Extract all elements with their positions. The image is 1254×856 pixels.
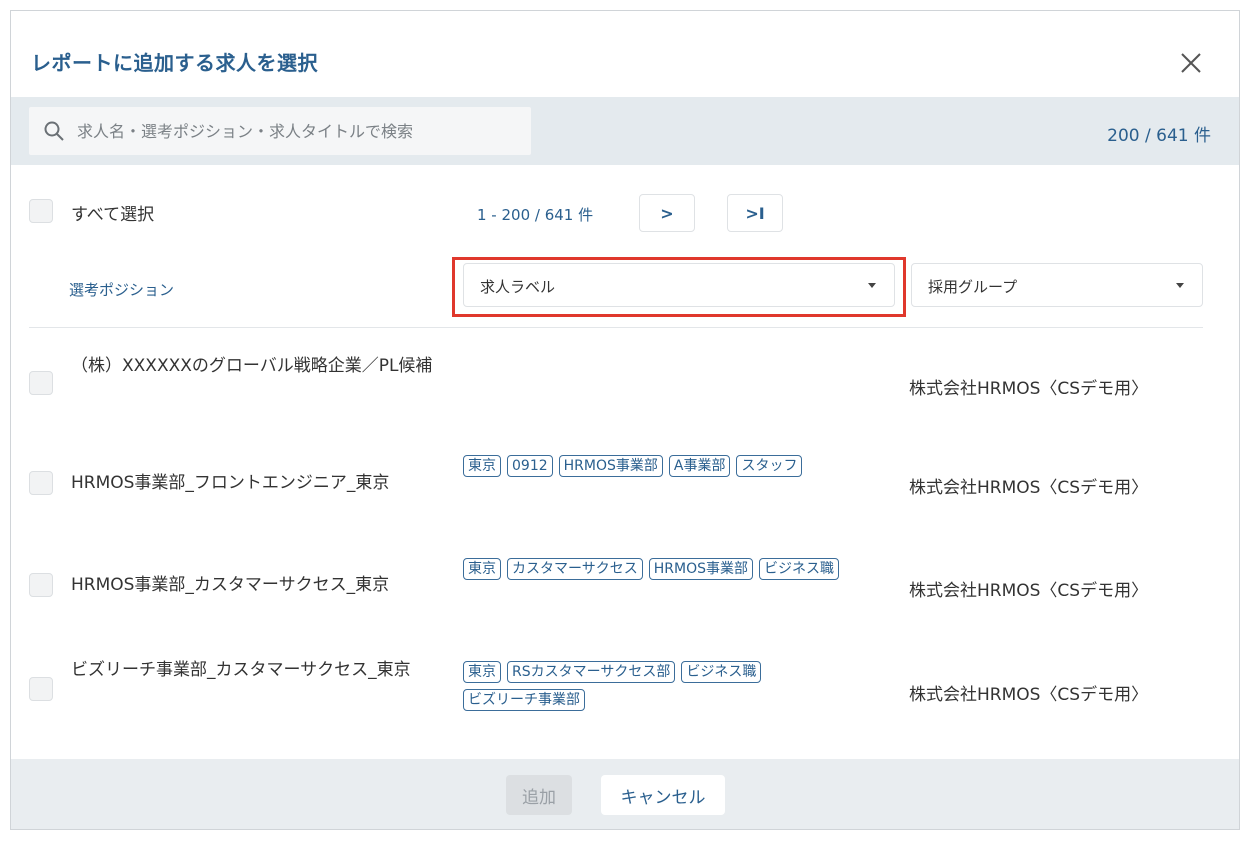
add-button[interactable]: 追加: [506, 775, 572, 815]
search-icon: [43, 120, 65, 142]
cancel-button[interactable]: キャンセル: [601, 775, 725, 815]
recruit-group-filter-label: 採用グループ: [928, 278, 1018, 296]
job-tags: 東京 0912 HRMOS事業部 A事業部 スタッフ: [463, 455, 843, 477]
job-tag: RSカスタマーサクセス部: [507, 661, 676, 683]
job-label-filter-label: 求人ラベル: [480, 278, 556, 296]
job-tag: スタッフ: [736, 455, 803, 477]
modal-footer: 追加 キャンセル: [11, 759, 1239, 829]
job-tags: 東京 カスタマーサクセス HRMOS事業部 ビジネス職: [463, 558, 843, 580]
job-name: HRMOS事業部_フロントエンジニア_東京: [71, 473, 390, 493]
job-tags: 東京 RSカスタマーサクセス部 ビジネス職 ビズリーチ事業部: [463, 661, 843, 711]
search-input[interactable]: [77, 107, 517, 155]
column-header-position[interactable]: 選考ポジション: [69, 279, 174, 300]
chevron-down-icon: [1176, 283, 1184, 288]
job-tag: A事業部: [668, 455, 731, 477]
job-select-modal: レポートに追加する求人を選択 200 / 641 件 すべて選択 1 - 200…: [10, 10, 1240, 830]
job-tag: HRMOS事業部: [648, 558, 753, 580]
last-page-button[interactable]: >I: [727, 194, 783, 232]
row-checkbox[interactable]: [29, 677, 53, 701]
company-name: 株式会社HRMOS〈CSデモ用〉: [909, 685, 1149, 705]
chevron-down-icon: [868, 283, 876, 288]
search-bar: 200 / 641 件: [11, 97, 1239, 165]
company-name: 株式会社HRMOS〈CSデモ用〉: [909, 379, 1149, 399]
job-tag: ビズリーチ事業部: [463, 689, 585, 711]
modal-header: レポートに追加する求人を選択: [11, 11, 1239, 97]
job-tag: 0912: [507, 455, 553, 477]
company-name: 株式会社HRMOS〈CSデモ用〉: [909, 581, 1149, 601]
job-tag: HRMOS事業部: [558, 455, 663, 477]
close-icon[interactable]: [1179, 51, 1203, 75]
job-name: （株）XXXXXXのグローバル戦略企業／PL候補: [71, 356, 433, 376]
job-tag: 東京: [463, 558, 501, 580]
modal-title: レポートに追加する求人を選択: [31, 51, 318, 75]
search-box[interactable]: [29, 107, 531, 155]
company-name: 株式会社HRMOS〈CSデモ用〉: [909, 478, 1149, 498]
job-name: HRMOS事業部_カスタマーサクセス_東京: [71, 575, 390, 595]
divider: [29, 327, 1203, 328]
job-tag: ビジネス職: [758, 558, 839, 580]
job-name: ビズリーチ事業部_カスタマーサクセス_東京: [71, 660, 411, 680]
result-count: 200 / 641 件: [1107, 126, 1211, 146]
recruit-group-filter[interactable]: 採用グループ: [911, 263, 1203, 307]
row-checkbox[interactable]: [29, 573, 53, 597]
row-checkbox[interactable]: [29, 471, 53, 495]
next-page-button[interactable]: >: [639, 194, 695, 232]
job-tag: 東京: [463, 455, 501, 477]
pagination-range: 1 - 200 / 641 件: [477, 206, 594, 224]
select-all-label: すべて選択: [71, 205, 155, 225]
job-tag: 東京: [463, 661, 501, 683]
select-all-checkbox[interactable]: [29, 199, 53, 223]
job-label-filter[interactable]: 求人ラベル: [463, 263, 895, 307]
job-tag: ビジネス職: [681, 661, 762, 683]
job-tag: カスタマーサクセス: [507, 558, 643, 580]
row-checkbox[interactable]: [29, 371, 53, 395]
